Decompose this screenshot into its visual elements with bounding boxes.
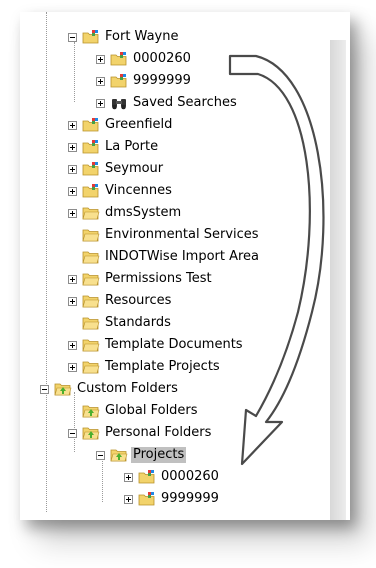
- expand-toggle-icon[interactable]: [68, 274, 77, 284]
- expand-toggle-icon[interactable]: [68, 186, 77, 196]
- tree-item-standards[interactable]: Standards: [68, 312, 173, 334]
- project-folder-icon: [82, 162, 100, 176]
- binoculars-icon: [110, 96, 128, 110]
- expand-toggle-icon[interactable]: [96, 54, 105, 64]
- tree-item-indotwise-import-area[interactable]: INDOTWise Import Area: [68, 246, 261, 268]
- tree-item-global-folders[interactable]: Global Folders: [68, 400, 200, 422]
- expand-toggle-icon[interactable]: [68, 362, 77, 372]
- expand-toggle-icon[interactable]: [68, 296, 77, 306]
- project-folder-icon: [110, 52, 128, 66]
- tree-item-label: 0000260: [133, 51, 191, 66]
- tree-item-resources[interactable]: Resources: [68, 290, 173, 312]
- tree-item-label: Template Projects: [105, 359, 220, 374]
- tree-item-la-porte[interactable]: La Porte: [68, 136, 160, 158]
- tree-item-label: 9999999: [133, 73, 191, 88]
- project-folder-icon: [138, 492, 156, 506]
- collapse-toggle-icon[interactable]: [40, 384, 49, 394]
- folder-icon: [82, 206, 100, 220]
- tree-item-projects[interactable]: Projects: [96, 444, 187, 466]
- tree-item-projects-9999999[interactable]: 9999999: [124, 488, 221, 510]
- tree-item-label: Seymour: [105, 161, 164, 176]
- tree-guide-line: [46, 12, 47, 392]
- custom-folder-icon: [82, 426, 100, 440]
- tree-item-label: 9999999: [161, 491, 219, 506]
- tree-item-template-projects[interactable]: Template Projects: [68, 356, 222, 378]
- folder-icon: [82, 316, 100, 330]
- tree-panel: Fort Wayne 0000260 9999999 Saved Searche…: [20, 12, 350, 520]
- tree-item-projects-0000260[interactable]: 0000260: [124, 466, 221, 488]
- tree-item-saved-searches[interactable]: Saved Searches: [96, 92, 239, 114]
- tree-item-environmental-services[interactable]: Environmental Services: [68, 224, 261, 246]
- folder-icon: [82, 360, 100, 374]
- custom-folder-icon: [110, 448, 128, 462]
- tree-item-9999999[interactable]: 9999999: [96, 70, 193, 92]
- expand-toggle-icon[interactable]: [68, 120, 77, 130]
- tree-item-custom-folders[interactable]: Custom Folders: [40, 378, 180, 400]
- collapse-toggle-icon[interactable]: [68, 32, 77, 42]
- project-folder-icon: [138, 470, 156, 484]
- tree-item-label: dmsSystem: [105, 205, 182, 220]
- expand-toggle-icon[interactable]: [68, 208, 77, 218]
- tree-item-label: Permissions Test: [105, 271, 212, 286]
- collapse-toggle-icon[interactable]: [68, 428, 77, 438]
- tree-item-vincennes[interactable]: Vincennes: [68, 180, 174, 202]
- tree-item-label: INDOTWise Import Area: [105, 249, 260, 264]
- folder-icon: [82, 338, 100, 352]
- folder-icon: [82, 250, 100, 264]
- tree-item-label: Personal Folders: [105, 425, 212, 440]
- tree-item-fort-wayne[interactable]: Fort Wayne: [68, 26, 180, 48]
- project-folder-icon: [82, 30, 100, 44]
- expand-toggle-icon[interactable]: [124, 472, 133, 482]
- tree-item-dmssystem[interactable]: dmsSystem: [68, 202, 183, 224]
- tree-item-label: Saved Searches: [133, 95, 237, 110]
- folder-tree: Fort Wayne 0000260 9999999 Saved Searche…: [20, 12, 350, 520]
- tree-item-label: Fort Wayne: [105, 29, 179, 44]
- tree-item-label: Vincennes: [105, 183, 172, 198]
- tree-item-label: Greenfield: [105, 117, 173, 132]
- expand-toggle-icon[interactable]: [68, 164, 77, 174]
- tree-item-label: Global Folders: [105, 403, 198, 418]
- project-folder-icon: [110, 74, 128, 88]
- expand-toggle-icon[interactable]: [124, 494, 133, 504]
- tree-item-label: La Porte: [105, 139, 159, 154]
- tree-item-label: Standards: [105, 315, 171, 330]
- folder-icon: [82, 272, 100, 286]
- tree-item-template-documents[interactable]: Template Documents: [68, 334, 245, 356]
- tree-guide-line: [46, 392, 47, 512]
- tree-item-label: 0000260: [161, 469, 219, 484]
- tree-item-personal-folders[interactable]: Personal Folders: [68, 422, 213, 444]
- project-folder-icon: [82, 140, 100, 154]
- tree-item-label: Template Documents: [105, 337, 243, 352]
- project-folder-icon: [82, 118, 100, 132]
- expand-toggle-icon[interactable]: [68, 340, 77, 350]
- frame-shadow: [330, 40, 346, 520]
- project-folder-icon: [82, 184, 100, 198]
- folder-icon: [82, 228, 100, 242]
- expand-toggle-icon[interactable]: [96, 98, 105, 108]
- tree-guide-line: [74, 42, 75, 102]
- custom-folder-icon: [54, 382, 72, 396]
- custom-folder-icon: [82, 404, 100, 418]
- tree-item-permissions-test[interactable]: Permissions Test: [68, 268, 214, 290]
- tree-item-label: Custom Folders: [77, 381, 178, 396]
- tree-item-seymour[interactable]: Seymour: [68, 158, 165, 180]
- expand-toggle-icon[interactable]: [96, 76, 105, 86]
- collapse-toggle-icon[interactable]: [96, 450, 105, 460]
- tree-item-0000260[interactable]: 0000260: [96, 48, 193, 70]
- tree-item-label: Resources: [105, 293, 172, 308]
- expand-toggle-icon[interactable]: [68, 142, 77, 152]
- tree-item-label: Projects: [131, 447, 187, 463]
- tree-item-label: Environmental Services: [105, 227, 259, 242]
- folder-icon: [82, 294, 100, 308]
- tree-item-greenfield[interactable]: Greenfield: [68, 114, 174, 136]
